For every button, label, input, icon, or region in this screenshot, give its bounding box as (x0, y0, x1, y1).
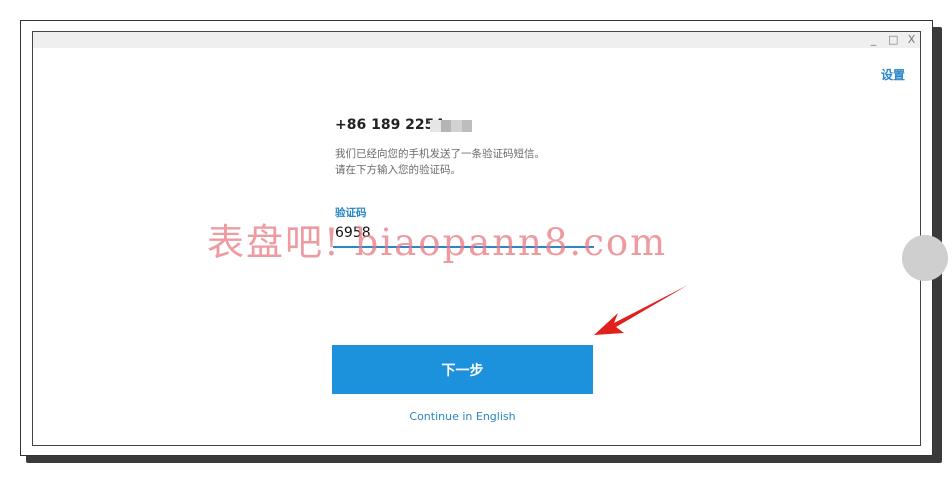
code-input[interactable] (333, 220, 594, 248)
mask-block (451, 120, 462, 132)
sms-hint: 我们已经向您的手机发送了一条验证码短信。 请在下方输入您的验证码。 (335, 146, 545, 178)
red-arrow-icon (594, 285, 688, 335)
code-field-label: 验证码 (335, 207, 367, 219)
maximize-icon[interactable]: □ (888, 32, 898, 48)
title-bar[interactable]: _ □ X (33, 32, 920, 48)
window-controls: _ □ X (869, 32, 916, 48)
mask-block (461, 120, 472, 132)
close-icon[interactable]: X (907, 32, 916, 48)
screenshot-stage: _ □ X 设置 +86 189 2254 我们已经向您的手机发送了一条验证码短… (0, 0, 952, 477)
phone-number-mask (430, 120, 472, 132)
minimize-icon[interactable]: _ (869, 32, 878, 48)
sms-hint-line-1: 我们已经向您的手机发送了一条验证码短信。 (335, 148, 545, 160)
sms-hint-line-2: 请在下方输入您的验证码。 (335, 164, 461, 176)
next-step-button[interactable]: 下一步 (332, 345, 593, 394)
settings-link[interactable]: 设置 (881, 66, 905, 83)
mask-block (430, 120, 441, 132)
side-scroll-handle[interactable] (902, 235, 948, 281)
mask-block (440, 120, 451, 132)
phone-number: +86 189 2254 (335, 117, 445, 133)
continue-in-english-link[interactable]: Continue in English (332, 410, 593, 423)
